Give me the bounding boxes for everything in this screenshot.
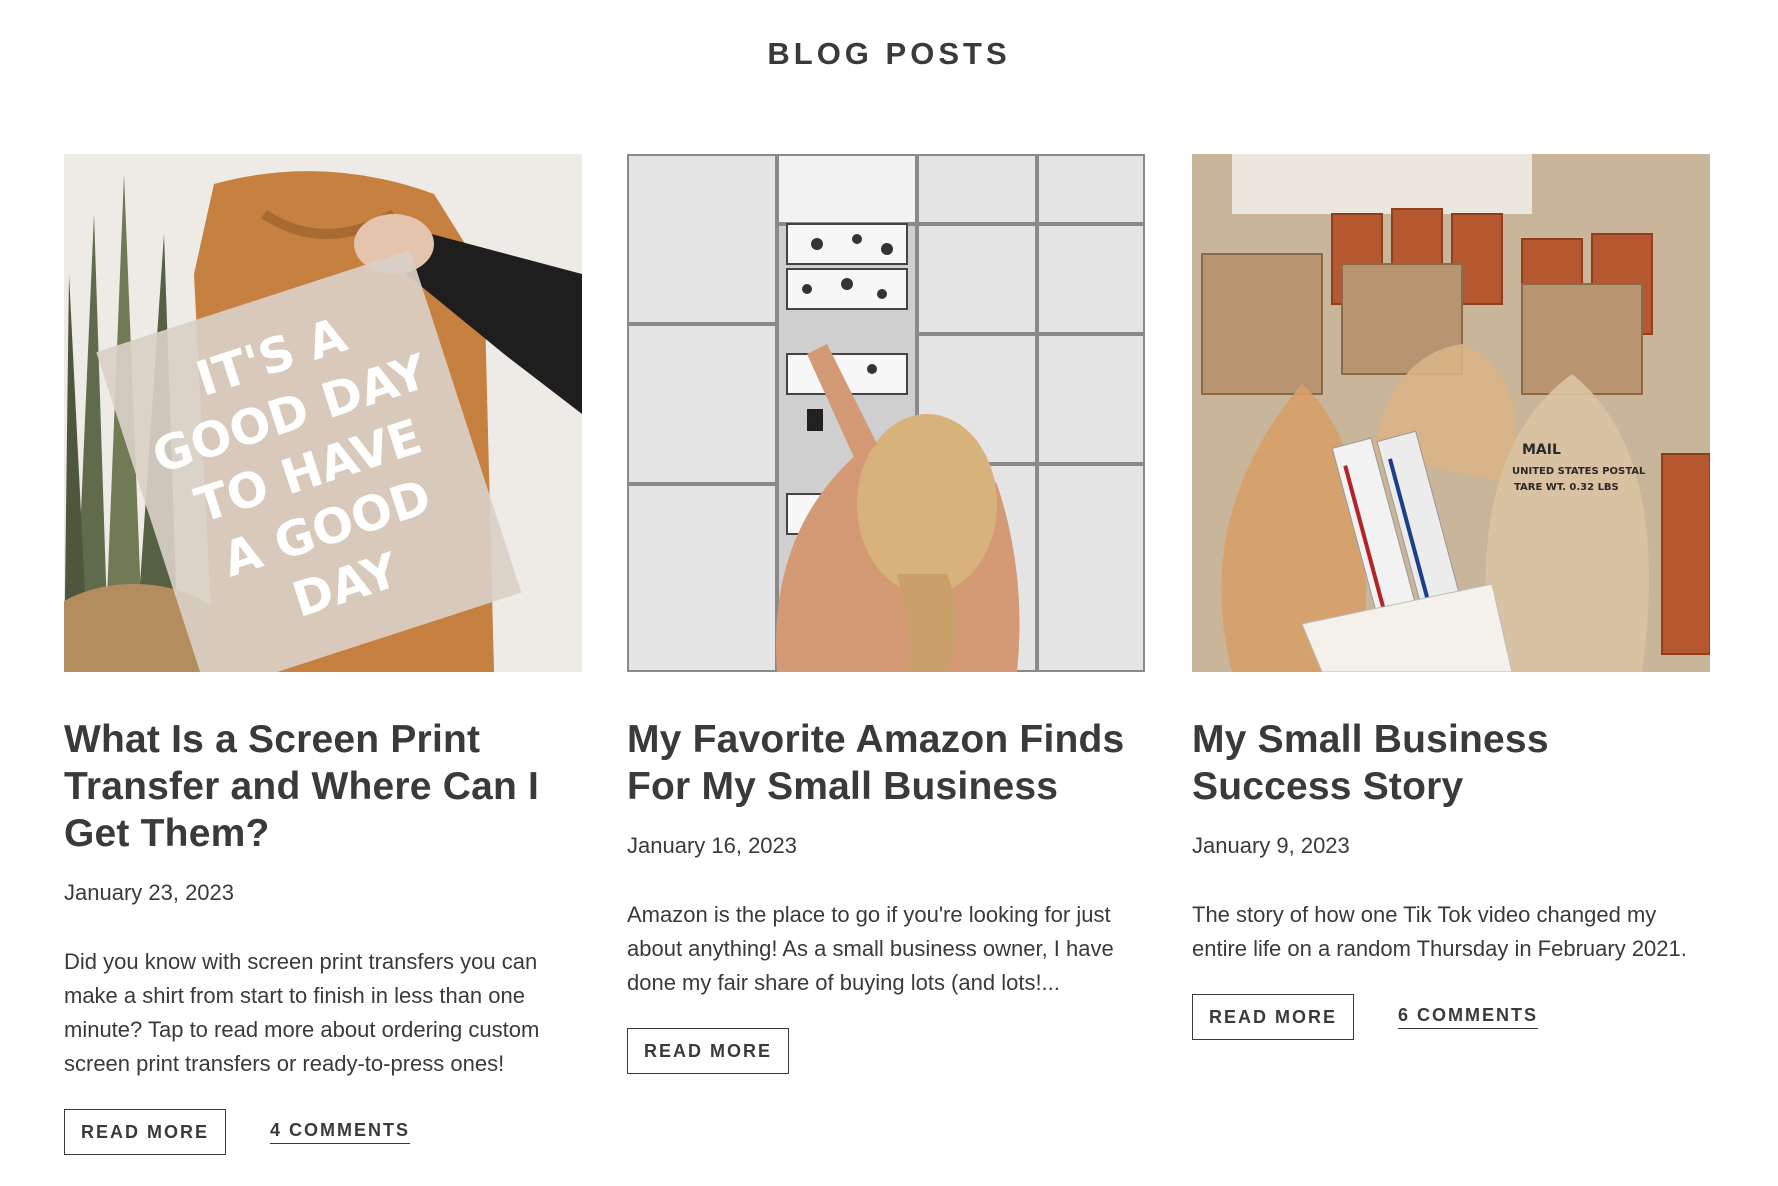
read-more-button[interactable]: READ MORE (627, 1028, 790, 1074)
read-more-button[interactable]: READ MORE (64, 1109, 227, 1155)
post-title[interactable]: My Small Business Success Story (1192, 716, 1710, 810)
blog-card: My Favorite Amazon Finds For My Small Bu… (627, 154, 1145, 1074)
read-more-button[interactable]: READ MORE (1192, 994, 1355, 1040)
bag-label-tare: TARE WT. 0.32 LBS (1514, 482, 1619, 493)
page-title: BLOG POSTS (767, 36, 1011, 71)
post-date: January 23, 2023 (64, 880, 235, 905)
bag-label-usps: UNITED STATES POSTAL (1512, 466, 1646, 477)
post-excerpt: Did you know with screen print transfers… (64, 949, 540, 1076)
post-image-success-story[interactable]: MAIL UNITED STATES POSTAL TARE WT. 0.32 … (1192, 154, 1710, 672)
screen-print-transfer-photo: IT'S A GOOD DAY TO HAVE A GOOD DAY (64, 154, 582, 672)
comments-link[interactable]: 6 COMMENTS (1398, 1005, 1539, 1029)
comments-link[interactable]: 4 COMMENTS (270, 1120, 411, 1144)
blog-card: MAIL UNITED STATES POSTAL TARE WT. 0.32 … (1192, 154, 1710, 1040)
mail-bags-photo: MAIL UNITED STATES POSTAL TARE WT. 0.32 … (1192, 154, 1710, 672)
bag-label-mail: MAIL (1522, 442, 1561, 458)
post-actions: READ MORE 6 COMMENTS (1192, 994, 1710, 1040)
post-excerpt: Amazon is the place to go if you're look… (627, 902, 1114, 995)
post-actions: READ MORE 4 COMMENTS (64, 1109, 582, 1155)
post-image-screen-print[interactable]: IT'S A GOOD DAY TO HAVE A GOOD DAY (64, 154, 582, 672)
post-title[interactable]: What Is a Screen Print Transfer and Wher… (64, 716, 582, 857)
post-date: January 9, 2023 (1192, 833, 1350, 858)
post-title[interactable]: My Favorite Amazon Finds For My Small Bu… (627, 716, 1145, 810)
post-actions: READ MORE (627, 1028, 1145, 1074)
storage-cubes-photo (627, 154, 1145, 672)
post-date: January 16, 2023 (627, 833, 798, 858)
post-image-amazon-finds[interactable] (627, 154, 1145, 672)
blog-card: IT'S A GOOD DAY TO HAVE A GOOD DAY What … (64, 154, 582, 1155)
post-excerpt: The story of how one Tik Tok video chang… (1192, 902, 1687, 961)
